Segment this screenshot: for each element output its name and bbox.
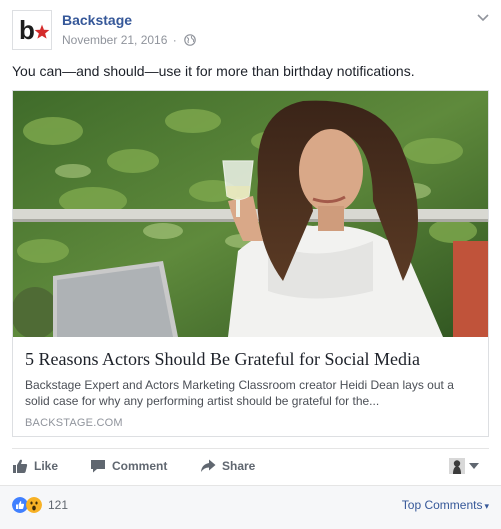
user-avatar-icon	[449, 458, 465, 474]
share-label: Share	[222, 459, 256, 473]
share-button[interactable]: Share	[200, 458, 255, 474]
reaction-count: 121	[48, 498, 69, 512]
post-meta: November 21, 2016 ·	[62, 33, 196, 47]
article-headline[interactable]: 5 Reasons Actors Should Be Grateful for …	[25, 349, 420, 370]
reactions-footer: 121 Top Comments ▾	[0, 485, 501, 529]
action-bar: Like Comment Share	[12, 448, 489, 485]
caret-down-icon	[469, 463, 479, 469]
star-icon	[34, 24, 50, 39]
like-button[interactable]: Like	[12, 458, 58, 474]
article-photo[interactable]	[13, 91, 488, 337]
post-date[interactable]: November 21, 2016	[62, 33, 167, 47]
post-as-selector[interactable]	[449, 458, 479, 474]
backstage-logo-letter: b	[19, 15, 35, 45]
comment-button[interactable]: Comment	[90, 458, 167, 474]
page-avatar[interactable]: b	[12, 10, 52, 50]
page-name[interactable]: Backstage	[62, 12, 132, 28]
post-message: You can—and should—use it for more than …	[12, 63, 415, 79]
chevron-down-icon[interactable]	[477, 14, 489, 22]
facebook-post: b Backstage November 21, 2016 · You can—…	[0, 0, 501, 529]
article-description: Backstage Expert and Actors Marketing Cl…	[25, 378, 454, 408]
wow-reaction-icon	[26, 497, 42, 513]
reaction-summary[interactable]: 121	[12, 497, 68, 513]
caret-down-icon: ▾	[484, 501, 489, 511]
globe-icon[interactable]	[184, 34, 196, 46]
thumbs-up-icon	[13, 459, 28, 473]
comment-label: Comment	[112, 459, 168, 473]
share-arrow-icon	[201, 459, 216, 472]
link-preview-card[interactable]: 5 Reasons Actors Should Be Grateful for …	[12, 90, 489, 437]
like-label: Like	[34, 459, 59, 473]
comment-sort-label: Top Comments	[401, 498, 483, 512]
comment-icon	[91, 460, 105, 473]
article-domain: BACKSTAGE.COM	[25, 417, 123, 429]
comment-sort-dropdown[interactable]: Top Comments ▾	[402, 498, 489, 512]
meta-separator: ·	[172, 33, 177, 47]
link-card-body[interactable]: 5 Reasons Actors Should Be Grateful for …	[13, 337, 488, 436]
